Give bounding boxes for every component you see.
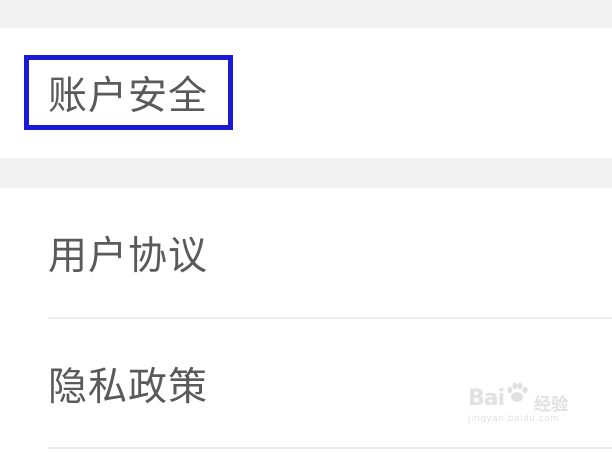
baidu-jingyan-watermark: Bai 经验 jingyan.baidu.com <box>468 382 578 436</box>
watermark-logo-text: Bai <box>468 386 505 411</box>
settings-item-user-agreement[interactable]: 用户协议 <box>0 188 612 318</box>
watermark-brand-text: 经验 <box>534 395 568 415</box>
row-divider <box>48 447 612 449</box>
watermark-url-text: jingyan.baidu.com <box>468 414 560 424</box>
settings-item-label: 用户协议 <box>48 234 209 279</box>
paw-icon <box>507 382 528 402</box>
highlight-annotation-box <box>24 55 233 130</box>
settings-item-label: 隐私政策 <box>48 365 209 410</box>
top-spacer <box>0 0 612 28</box>
group-spacer <box>0 158 612 188</box>
settings-group-account: 账户安全 <box>0 28 612 158</box>
